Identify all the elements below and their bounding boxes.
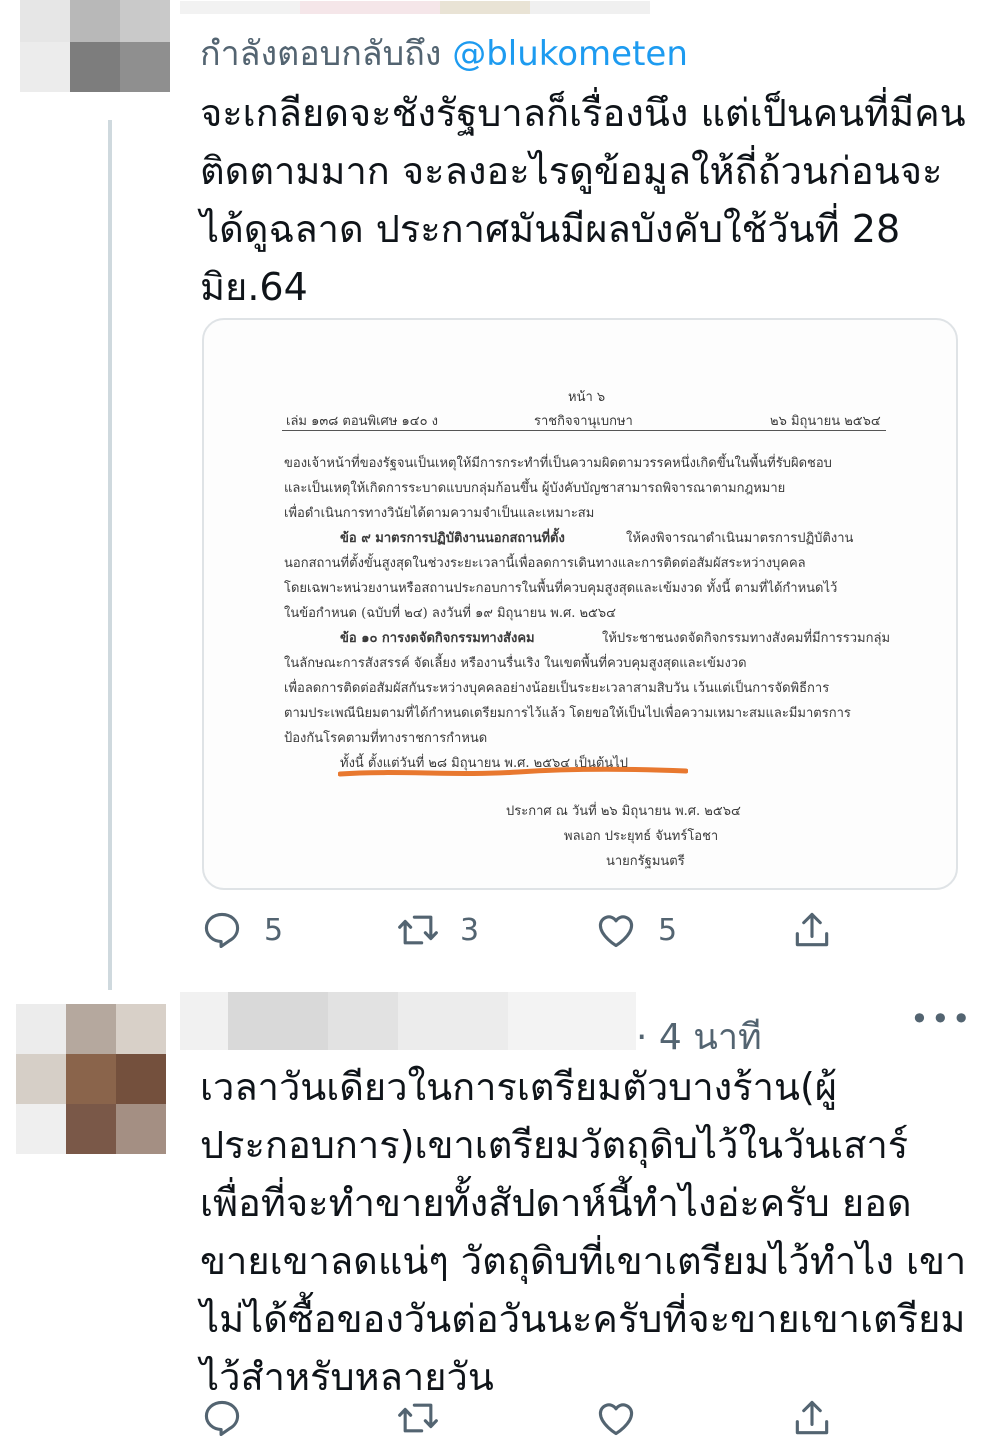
doc-header-left: เล่ม ๑๓๘ ตอนพิเศษ ๑๔๐ ง — [286, 414, 439, 429]
doc-page-number: หน้า ๖ — [568, 390, 606, 405]
orange-underline-mark — [338, 766, 688, 777]
like-button[interactable]: 5 — [594, 908, 677, 952]
reply-icon — [204, 912, 240, 949]
doc-header-center: ราชกิจจานุเบกษา — [534, 414, 633, 429]
doc-line: ในลักษณะการสังสรรค์ จัดเลี้ยง หรืองานรื่… — [284, 656, 747, 671]
reply-count: 5 — [264, 912, 284, 948]
doc-line: ให้คงพิจารณาดำเนินมาตรการปฏิบัติงาน — [626, 531, 854, 546]
like-count: 5 — [658, 912, 678, 948]
share-icon — [795, 912, 829, 947]
retweet-count: 3 — [460, 912, 480, 948]
doc-line: ให้ประชาชนงดจัดกิจกรรมทางสังคมที่มีการรว… — [602, 631, 891, 646]
more-options-icon[interactable]: ••• — [910, 1000, 973, 1038]
tweet-actions — [200, 1396, 850, 1446]
reply-to-prefix: กำลังตอบกลับถึง — [200, 34, 453, 74]
thread-line — [108, 120, 112, 990]
like-button[interactable] — [594, 1396, 638, 1440]
tweet-time[interactable]: · 4 นาที — [636, 1008, 762, 1065]
share-button[interactable] — [790, 1396, 834, 1440]
doc-line: ป้องกันโรคตามที่ทางราชการกำหนด — [284, 731, 488, 746]
heart-icon — [598, 915, 634, 948]
doc-rule — [282, 430, 886, 431]
retweet-icon — [398, 1403, 438, 1433]
doc-signer-title: นายกรัฐมนตรี — [606, 854, 685, 869]
doc-header-right: ๒๖ มิถุนายน ๒๕๖๔ — [770, 414, 881, 429]
tweet-media-image[interactable]: หน้า ๖ เล่ม ๑๓๘ ตอนพิเศษ ๑๔๐ ง ราชกิจจาน… — [202, 318, 958, 890]
retweet-button[interactable]: 3 — [396, 908, 479, 952]
reply-to-line: กำลังตอบกลับถึง @blukometen — [200, 26, 688, 80]
doc-clause10-title: ข้อ ๑๐ การงดจัดกิจกรรมทางสังคม — [340, 631, 535, 646]
tweet-text: จะเกลียดจะชังรัฐบาลก็เรื่องนึง แต่เป็นคน… — [200, 91, 966, 309]
retweet-button[interactable] — [396, 1396, 440, 1440]
gazette-document: หน้า ๖ เล่ม ๑๓๘ ตอนพิเศษ ๑๔๐ ง ราชกิจจาน… — [204, 320, 956, 888]
blurred-username — [180, 992, 636, 1050]
reply-button[interactable] — [200, 1396, 244, 1440]
tweet-actions: 5 3 5 — [200, 908, 850, 958]
reply-handle-link[interactable]: @blukometen — [452, 34, 688, 74]
doc-line: นอกสถานที่ตั้งขั้นสูงสุดในช่วงระยะเวลานี… — [284, 556, 806, 571]
heart-icon — [598, 1403, 634, 1436]
doc-announced: ประกาศ ณ วันที่ ๒๖ มิถุนายน พ.ศ. ๒๕๖๔ — [506, 804, 741, 819]
reply-button[interactable]: 5 — [200, 908, 283, 952]
blurred-header — [180, 0, 880, 14]
doc-signer: พลเอก ประยุทธ์ จันทร์โอชา — [564, 829, 719, 844]
reply-icon — [204, 1400, 240, 1437]
doc-line: เพื่อดำเนินการทางวินัยได้ตามความจำเป็นแล… — [284, 506, 595, 521]
doc-line: และเป็นเหตุให้เกิดการระบาดแบบกลุ่มก้อนขึ… — [284, 481, 786, 496]
avatar-1[interactable] — [20, 0, 170, 92]
doc-line: เพื่อลดการติดต่อสัมผัสกันระหว่างบุคคลอย่… — [284, 681, 830, 696]
doc-line: ในข้อกำหนด (ฉบับที่ ๒๔) ลงวันที่ ๑๙ มิถุ… — [284, 606, 616, 621]
avatar-2[interactable] — [16, 1004, 166, 1154]
doc-line: โดยเฉพาะหน่วยงานหรือสถานประกอบการในพื้นท… — [284, 581, 838, 596]
doc-line: ของเจ้าหน้าที่ของรัฐจนเป็นเหตุให้มีการกร… — [284, 456, 832, 471]
doc-clause9-title: ข้อ ๙ มาตรการปฏิบัติงานนอกสถานที่ตั้ง — [340, 531, 565, 546]
retweet-icon — [398, 915, 438, 945]
tweet-text: เวลาวันเดียวในการเตรียมตัวบางร้าน(ผู้ประ… — [200, 1065, 967, 1399]
share-button[interactable] — [790, 908, 834, 952]
share-icon — [795, 1400, 829, 1435]
doc-line: ตามประเพณีนิยมตามที่ได้กำหนดเตรียมการไว้… — [284, 706, 851, 721]
